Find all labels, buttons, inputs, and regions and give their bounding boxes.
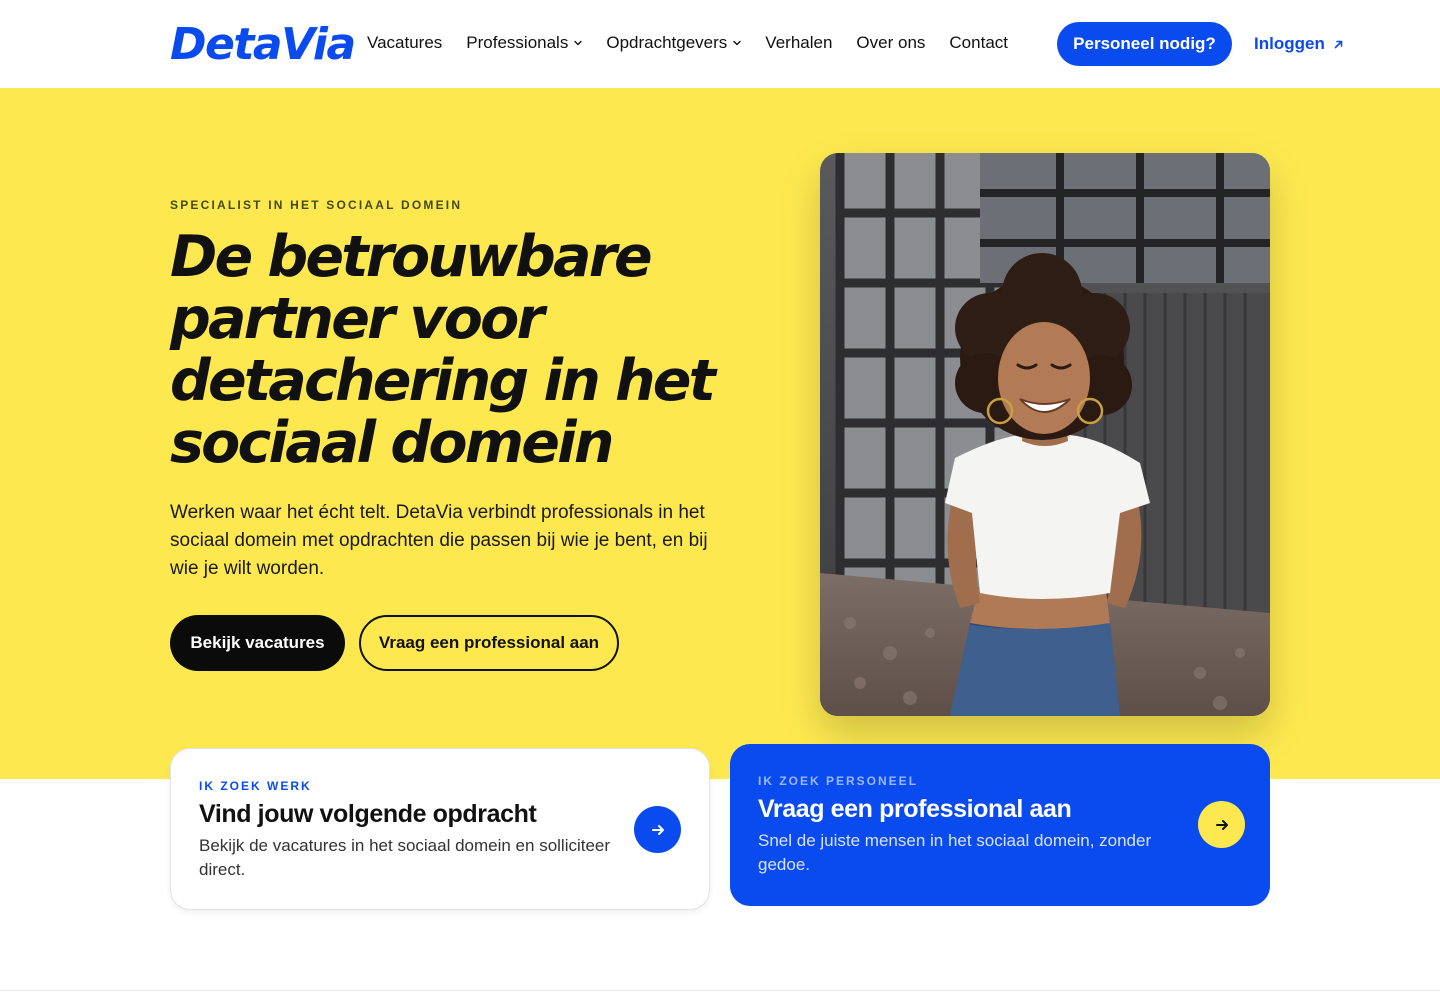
staff-card[interactable]: IK ZOEK PERSONEEL Vraag een professional… <box>730 744 1270 906</box>
arrow-right-icon <box>651 824 664 835</box>
headline-line: sociaal domein <box>170 410 614 476</box>
bekijk-vacatures-button[interactable]: Bekijk vacatures <box>170 615 345 671</box>
arrow-up-right-icon <box>1334 40 1343 48</box>
work-card-text: Bekijk de vacatures in het sociaal domei… <box>199 836 611 879</box>
nav-item-over-ons[interactable]: Over ons <box>856 30 925 56</box>
nav-item-label: Opdrachtgevers <box>606 33 728 52</box>
work-card-arrow-button[interactable] <box>634 806 681 853</box>
arrow-right-icon <box>1215 819 1228 830</box>
section-divider <box>0 990 1440 991</box>
staff-card-eyebrow: IK ZOEK PERSONEEL <box>758 774 919 788</box>
hero-photo <box>820 153 1270 716</box>
nav-item-vacatures[interactable]: Vacatures <box>367 30 442 56</box>
vraag-professional-button[interactable]: Vraag een professional aan <box>359 615 619 671</box>
staff-card-text: Snel de juiste mensen in het sociaal dom… <box>758 831 1152 874</box>
headline-line: detachering in het <box>170 348 716 414</box>
nav-item-contact[interactable]: Contact <box>949 30 1008 56</box>
detavia-logo[interactable]: DetaVia <box>170 18 356 72</box>
work-card-title: Vind jouw volgende opdracht <box>199 800 537 828</box>
nav-item-opdrachtgevers[interactable]: Opdrachtgevers <box>606 30 741 56</box>
chevron-down-icon <box>733 40 741 46</box>
nav-item-label: Professionals <box>466 33 569 52</box>
nav-item-label: Vacatures <box>367 33 443 52</box>
main-nav: Vacatures Professionals Opdrachtgevers V… <box>367 30 1008 56</box>
work-card-eyebrow: IK ZOEK WERK <box>199 779 312 793</box>
site-header: DetaVia Vacatures Professionals Opdracht… <box>0 0 1440 88</box>
hero-eyebrow: SPECIALIST IN HET SOCIAAL DOMEIN <box>170 198 463 212</box>
login-label: Inloggen <box>1254 34 1325 53</box>
hero-lead: Werken waar het écht telt. DetaVia verbi… <box>170 502 708 579</box>
nav-item-label: Over ons <box>856 33 926 52</box>
hero-headline: De betrouwbare partner voor detachering … <box>170 226 730 474</box>
nav-item-label: Verhalen <box>765 33 833 52</box>
photo-illustration <box>820 153 1270 716</box>
headline-line: partner voor <box>170 286 545 352</box>
nav-item-label: Contact <box>949 33 1008 52</box>
work-card[interactable]: IK ZOEK WERK Vind jouw volgende opdracht… <box>170 748 710 910</box>
staff-card-title: Vraag een professional aan <box>758 795 1072 823</box>
login-link[interactable]: Inloggen <box>1254 31 1343 57</box>
headline-line: De betrouwbare <box>170 224 653 290</box>
chevron-down-icon <box>574 40 583 46</box>
nav-item-professionals[interactable]: Professionals <box>466 30 583 56</box>
staff-card-arrow-button[interactable] <box>1198 801 1245 848</box>
nav-item-verhalen[interactable]: Verhalen <box>765 30 832 56</box>
personeel-nodig-button[interactable]: Personeel nodig? <box>1057 22 1232 66</box>
